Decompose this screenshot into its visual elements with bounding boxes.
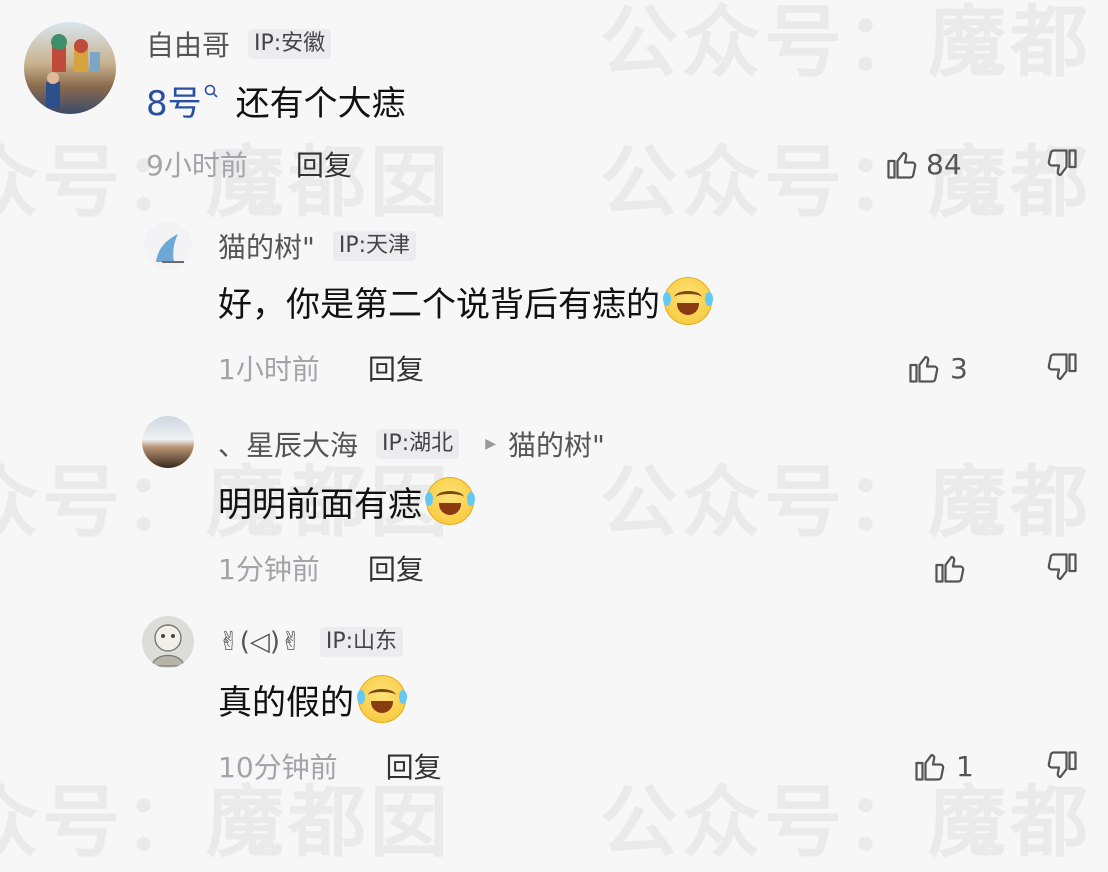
like-count: 3 <box>950 351 968 385</box>
comment-item: 、星辰大海 IP:湖北 ▶ 猫的树" 明明前面有痣 1分钟前 回复 <box>0 400 1108 600</box>
reply-button[interactable]: 回复 <box>368 548 424 588</box>
username[interactable]: 猫的树" <box>218 226 315 266</box>
timestamp: 10分钟前 <box>218 751 338 784</box>
like-button[interactable]: 3 <box>906 348 968 388</box>
laugh-cry-emoji-icon <box>663 277 713 325</box>
comment-text: 8号 <box>146 83 202 124</box>
ip-location-badge: IP:天津 <box>332 231 417 261</box>
reply-target-username[interactable]: 猫的树" <box>508 424 605 464</box>
dislike-button[interactable] <box>1044 146 1080 182</box>
triangle-right-icon: ▶ <box>485 436 496 452</box>
avatar[interactable] <box>144 222 192 270</box>
laugh-cry-emoji-icon <box>425 477 475 525</box>
timestamp: 9小时前 <box>146 149 248 182</box>
reply-button[interactable]: 回复 <box>368 348 424 388</box>
thumbs-up-icon <box>935 555 965 583</box>
reply-button[interactable]: 回复 <box>386 746 442 786</box>
thumbs-up-icon <box>887 151 917 179</box>
avatar[interactable] <box>24 22 116 114</box>
comment-item: 猫的树" IP:天津 好，你是第二个说背后有痣的 1小时前 回复 3 <box>0 200 1108 400</box>
ip-location-badge: IP:湖北 <box>376 429 460 459</box>
ip-location-badge: IP:山东 <box>319 627 404 657</box>
username[interactable]: ✌(◁)✌ <box>218 627 302 657</box>
ip-location-badge: IP:安徽 <box>248 29 332 59</box>
search-icon[interactable] <box>204 84 218 98</box>
thumbs-up-icon <box>915 753 945 781</box>
dislike-button[interactable] <box>1044 350 1080 386</box>
like-count: 84 <box>926 147 962 181</box>
avatar[interactable] <box>142 416 194 468</box>
comment-text: 好，你是第二个说背后有痣的 <box>218 284 660 325</box>
comment-item: 自由哥 IP:安徽 8号 还有个大痣 9小时前 回复 84 <box>0 0 1108 200</box>
username[interactable]: 、星辰大海 <box>218 424 358 464</box>
thumbs-down-icon <box>1047 553 1077 581</box>
dislike-button[interactable] <box>1044 550 1080 586</box>
laugh-cry-emoji-icon <box>357 675 407 723</box>
thumbs-down-icon <box>1047 751 1077 779</box>
thumbs-up-icon <box>909 355 939 383</box>
like-button[interactable]: 1 <box>912 746 974 786</box>
like-button[interactable]: 84 <box>884 144 962 184</box>
comment-text: 真的假的 <box>218 682 354 723</box>
timestamp: 1分钟前 <box>218 553 320 586</box>
like-button[interactable] <box>932 548 968 588</box>
thumbs-down-icon <box>1047 353 1077 381</box>
reply-button[interactable]: 回复 <box>296 144 352 184</box>
username[interactable]: 自由哥 <box>146 24 230 64</box>
thumbs-down-icon <box>1047 149 1077 177</box>
avatar[interactable] <box>142 616 194 668</box>
timestamp: 1小时前 <box>218 353 320 386</box>
like-count: 1 <box>956 749 974 783</box>
dislike-button[interactable] <box>1044 748 1080 784</box>
comment-text: 还有个大痣 <box>235 83 406 124</box>
comment-text: 明明前面有痣 <box>218 484 422 525</box>
comment-item: ✌(◁)✌ IP:山东 真的假的 10分钟前 回复 1 <box>0 600 1108 828</box>
